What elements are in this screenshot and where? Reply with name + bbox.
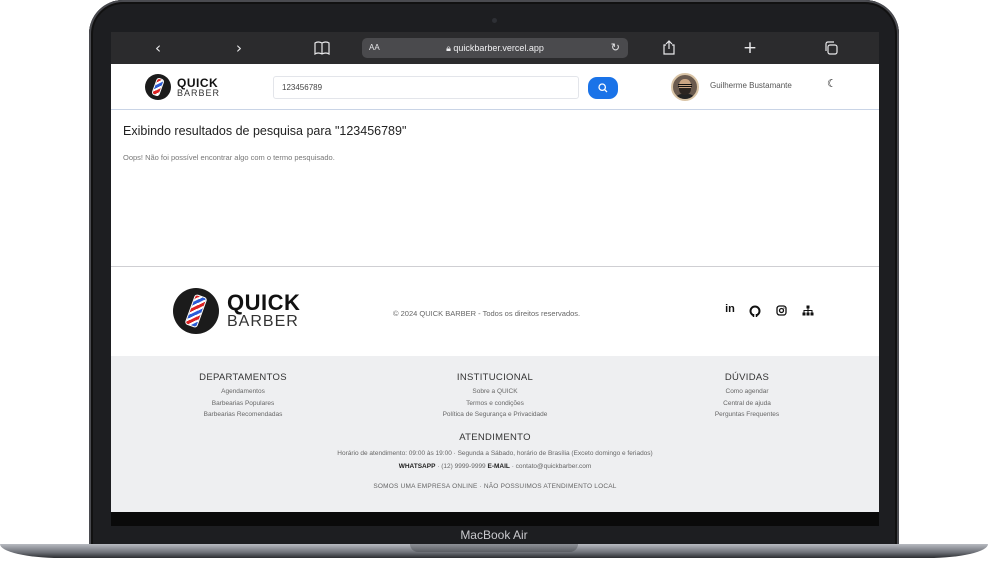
footer-column-departamentos: DEPARTAMENTOS Agendamentos Barbearias Po… xyxy=(143,372,343,421)
moon-icon[interactable]: ☾ xyxy=(827,77,837,90)
footer-brand-text: QUICK BARBER xyxy=(227,292,300,330)
footer-link[interactable]: Como agendar xyxy=(647,386,847,398)
footer-bottom: DEPARTAMENTOS Agendamentos Barbearias Po… xyxy=(111,356,879,512)
plus-icon[interactable]: + xyxy=(738,32,762,64)
copyright: © 2024 QUICK BARBER - Todos os direitos … xyxy=(393,309,581,318)
footer-link[interactable]: Central de ajuda xyxy=(647,398,847,410)
attendance-title: ATENDIMENTO xyxy=(459,432,531,443)
footer-brand-bottom: BARBER xyxy=(227,313,299,330)
email-label: E-MAIL xyxy=(487,463,510,470)
laptop-notch xyxy=(410,544,578,552)
stage: ‹ › AA 🔒︎ quickbarber.vercel.app ↻ + QUI… xyxy=(0,0,988,568)
chevron-left-icon[interactable]: ‹ xyxy=(146,32,170,64)
logo[interactable]: QUICK BARBER xyxy=(145,74,220,100)
github-icon[interactable] xyxy=(747,303,763,320)
whatsapp-value[interactable]: (12) 9999-9999 xyxy=(441,463,485,470)
url-label: quickbarber.vercel.app xyxy=(453,43,544,53)
screen: ‹ › AA 🔒︎ quickbarber.vercel.app ↻ + QUI… xyxy=(111,32,879,512)
brand-top: QUICK xyxy=(177,75,219,90)
address-bar[interactable]: AA 🔒︎ quickbarber.vercel.app ↻ xyxy=(362,38,628,58)
footer-logo[interactable]: QUICK BARBER xyxy=(173,288,300,334)
footer-link[interactable]: Sobre a QUICK xyxy=(395,386,595,398)
footer-link[interactable]: Barbearias Recomendadas xyxy=(143,409,343,421)
url-text: 🔒︎ quickbarber.vercel.app xyxy=(362,38,628,58)
linkedin-icon[interactable]: in xyxy=(722,303,738,315)
search-icon xyxy=(598,83,608,93)
footer-link[interactable]: Termos e condições xyxy=(395,398,595,410)
footer-top: QUICK BARBER © 2024 QUICK BARBER - Todos… xyxy=(111,266,879,356)
barber-pole-icon xyxy=(173,288,219,334)
empty-message: Oops! Não foi possível encontrar algo co… xyxy=(123,153,335,162)
footer-column-institucional: INSTITUCIONAL Sobre a QUICK Termos e con… xyxy=(395,372,595,421)
footer-link[interactable]: Política de Segurança e Privacidade xyxy=(395,409,595,421)
share-icon[interactable] xyxy=(657,32,681,64)
footer-link[interactable]: Perguntas Frequentes xyxy=(647,409,847,421)
search-input[interactable]: 123456789 xyxy=(273,76,579,99)
column-title: DÚVIDAS xyxy=(724,372,770,383)
avatar[interactable] xyxy=(671,73,699,101)
email-value[interactable]: contato@quickbarber.com xyxy=(516,463,592,470)
whatsapp-label: WHATSAPP xyxy=(398,463,436,470)
chevron-right-icon[interactable]: › xyxy=(227,32,251,64)
column-title: INSTITUCIONAL xyxy=(456,372,534,383)
device-model: MacBook Air xyxy=(460,528,528,542)
barber-pole-icon xyxy=(145,74,171,100)
online-notice: SOMOS UMA EMPRESA ONLINE · NÃO POSSUIMOS… xyxy=(373,483,617,490)
attendance-contact: WHATSAPP · (12) 9999-9999 E-MAIL · conta… xyxy=(398,463,592,470)
results-title: Exibindo resultados de pesquisa para "12… xyxy=(123,124,407,138)
brand-text: QUICK BARBER xyxy=(177,77,220,98)
book-icon[interactable] xyxy=(310,32,334,64)
reload-icon[interactable]: ↻ xyxy=(611,38,620,58)
camera-icon xyxy=(492,18,497,23)
screen-bezel xyxy=(111,512,879,526)
tabs-icon[interactable] xyxy=(819,32,843,64)
lock-icon: 🔒︎ xyxy=(446,43,451,53)
site-header: QUICK BARBER 123456789 Guilherme Bustama… xyxy=(111,64,879,110)
browser-toolbar: ‹ › AA 🔒︎ quickbarber.vercel.app ↻ + xyxy=(111,32,879,64)
sitemap-icon[interactable] xyxy=(800,303,816,319)
footer-brand-top: QUICK xyxy=(227,290,301,315)
footer-column-duvidas: DÚVIDAS Como agendar Central de ajuda Pe… xyxy=(647,372,847,421)
user-name[interactable]: Guilherme Bustamante xyxy=(710,81,792,90)
footer-link[interactable]: Barbearias Populares xyxy=(143,398,343,410)
search-button[interactable] xyxy=(588,77,618,99)
instagram-icon[interactable] xyxy=(773,303,789,319)
brand-bottom: BARBER xyxy=(177,87,221,98)
attendance-hours: Horário de atendimento: 09:00 às 19:00 ·… xyxy=(337,450,653,457)
footer-link[interactable]: Agendamentos xyxy=(143,386,343,398)
column-title: DEPARTAMENTOS xyxy=(199,372,287,383)
